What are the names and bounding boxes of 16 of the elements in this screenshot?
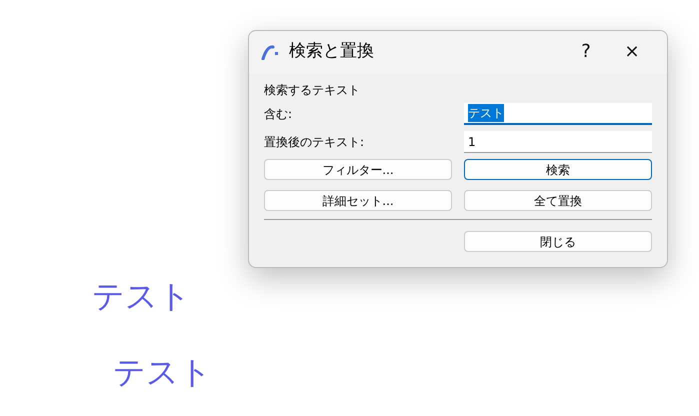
dialog-button[interactable]: 検索 bbox=[464, 159, 652, 180]
dialog-button[interactable]: フィルター... bbox=[264, 159, 452, 180]
close-button[interactable]: × bbox=[609, 43, 655, 61]
sample-text: テスト bbox=[113, 356, 212, 388]
field-label: 含む: bbox=[264, 106, 294, 123]
input-field[interactable]: テスト bbox=[464, 103, 652, 125]
input-field[interactable]: 1 bbox=[464, 131, 652, 153]
field-label: 置換後のテキスト: bbox=[264, 134, 366, 151]
section-label: 検索するテキスト bbox=[264, 82, 361, 99]
app-icon bbox=[261, 44, 281, 60]
dialog-button[interactable]: 閉じる bbox=[464, 231, 652, 252]
dialog-button[interactable]: 全て置換 bbox=[464, 190, 652, 211]
sample-text: テスト bbox=[92, 280, 191, 312]
dialog-button[interactable]: 詳細セット... bbox=[264, 190, 452, 211]
window-title: 検索と置換 bbox=[289, 40, 375, 64]
help-button[interactable]: ? bbox=[563, 43, 609, 61]
